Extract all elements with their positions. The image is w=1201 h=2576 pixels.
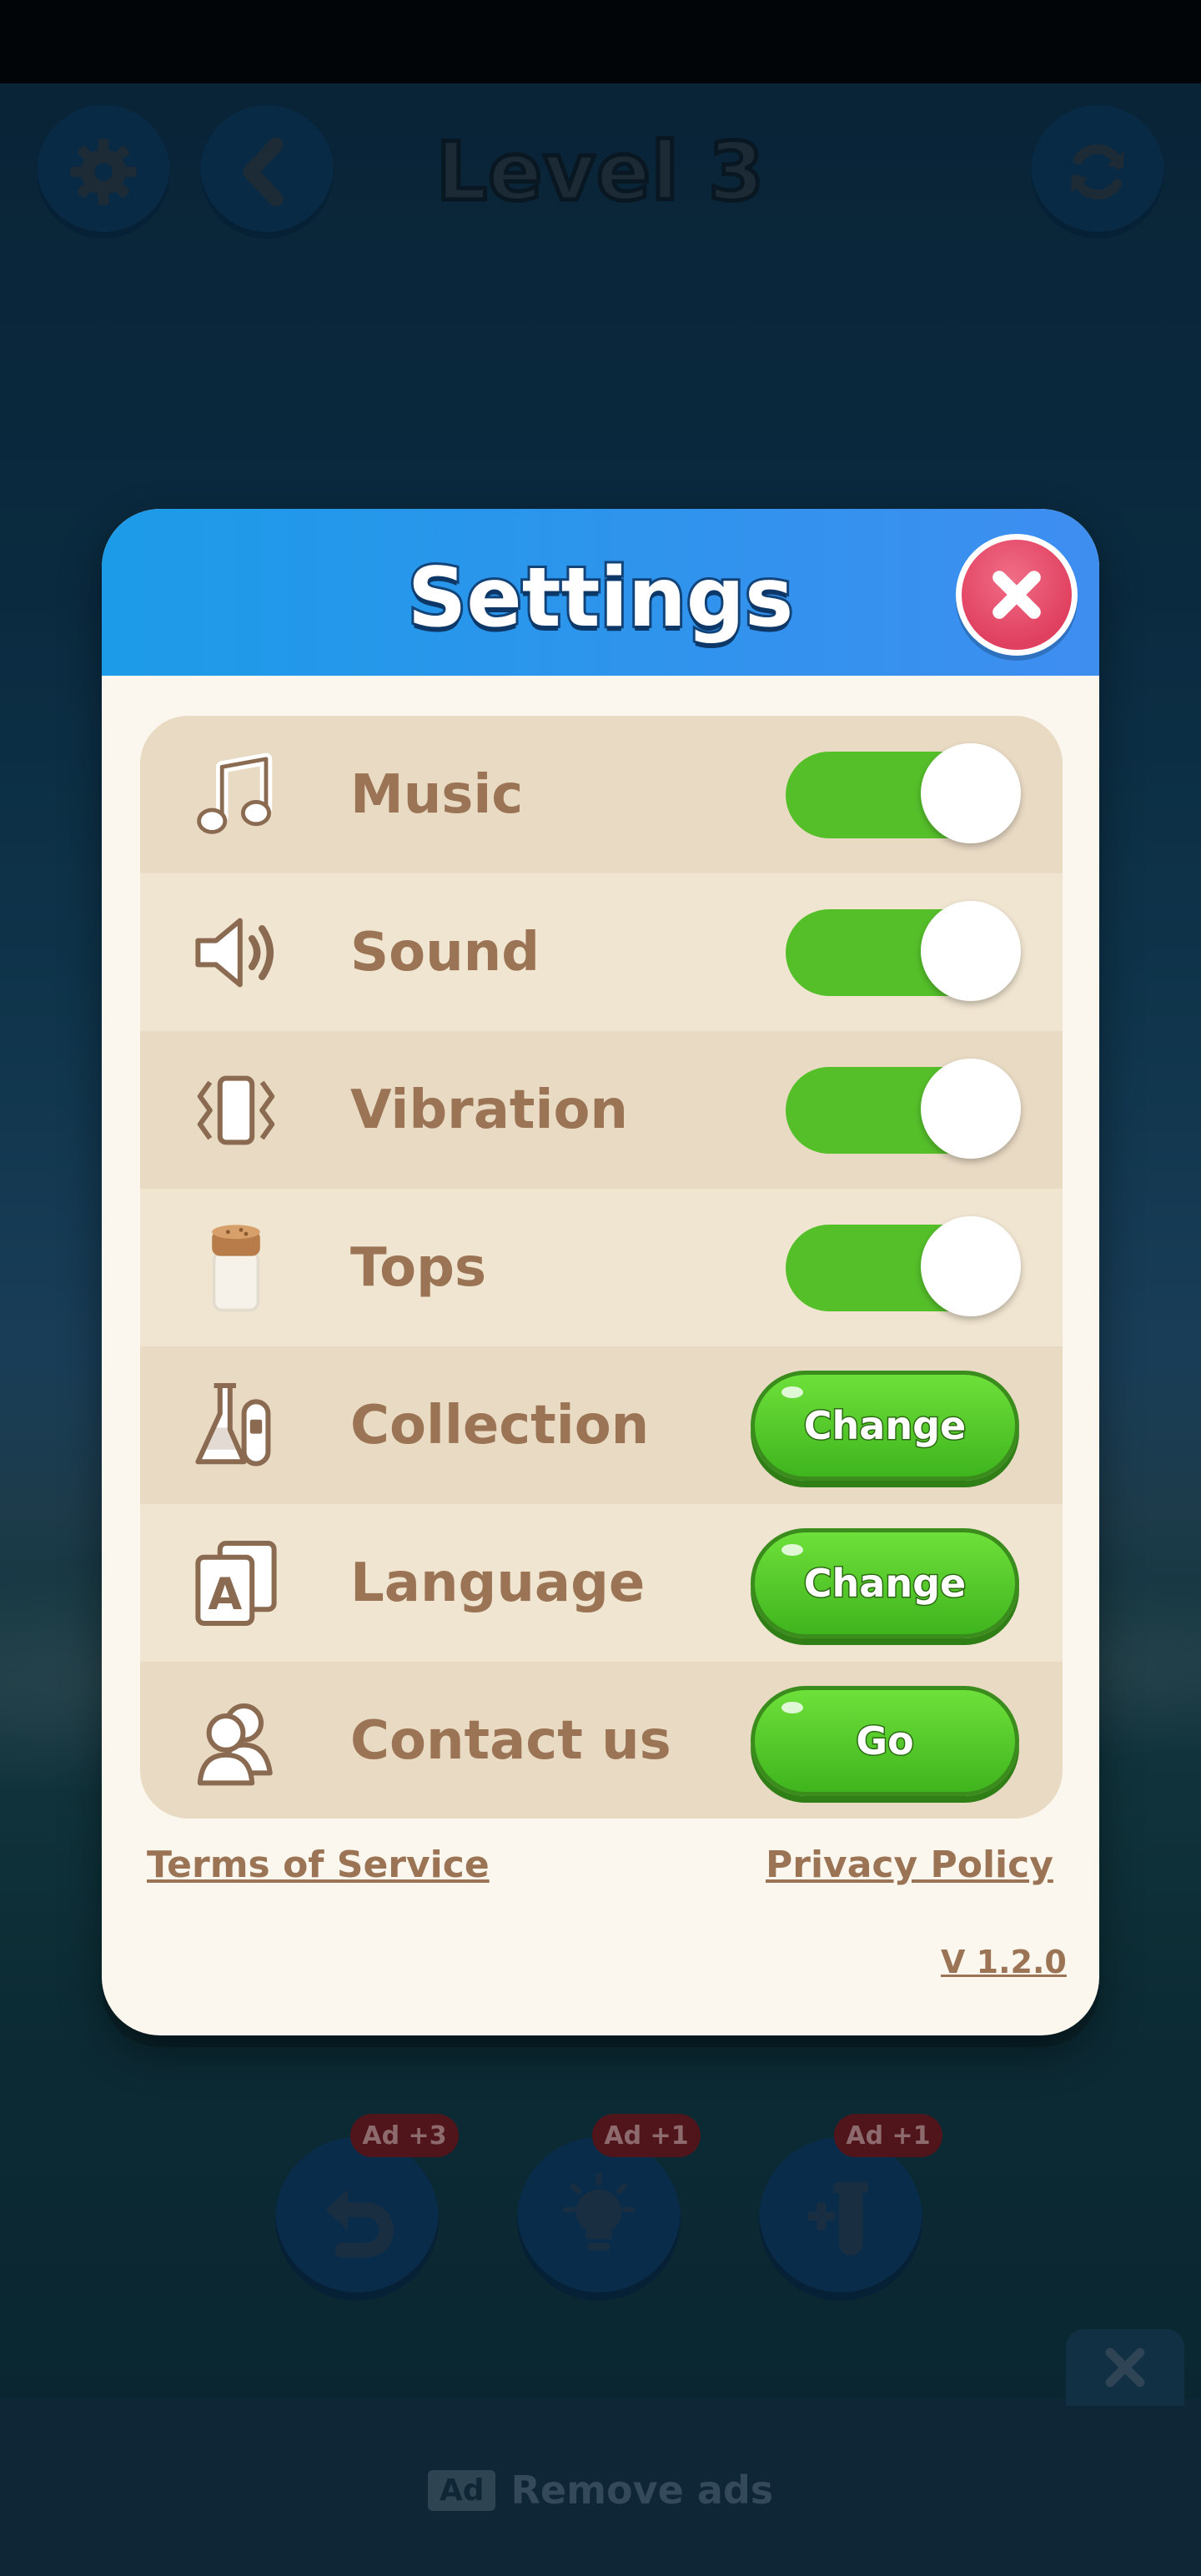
settings-row-sound: Sound — [140, 873, 1063, 1031]
close-ad-banner-button[interactable] — [1066, 2329, 1184, 2406]
terms-of-service-link[interactable]: Terms of Service — [147, 1844, 490, 1886]
remove-ads-button[interactable]: Ad Remove ads — [0, 2461, 1201, 2519]
contact-us-label: Contact us — [350, 1709, 671, 1772]
settings-row-music: Music — [140, 716, 1063, 873]
remove-ads-label: Remove ads — [510, 2468, 774, 2513]
tops-toggle[interactable] — [786, 1215, 1021, 1316]
svg-text:A: A — [208, 1569, 242, 1620]
toggle-knob — [921, 900, 1021, 1001]
contact-us-go-button[interactable]: Go — [751, 1685, 1019, 1796]
speaker-icon — [182, 898, 290, 1007]
settings-list: Music Sound Vibration Tops Collection Ch… — [140, 716, 1063, 1819]
toggle-knob — [921, 742, 1021, 843]
toggle-knob — [921, 1215, 1021, 1316]
settings-row-vibration: Vibration — [140, 1031, 1063, 1189]
music-toggle[interactable] — [786, 742, 1021, 843]
language-icon: A — [182, 1529, 290, 1638]
settings-title: Settings — [405, 548, 796, 648]
vibration-toggle[interactable] — [786, 1058, 1021, 1159]
sound-label: Sound — [350, 921, 540, 984]
toggle-knob — [921, 1058, 1021, 1159]
contacts-icon — [182, 1687, 290, 1795]
close-settings-button[interactable] — [956, 534, 1078, 656]
music-note-icon — [182, 741, 290, 849]
ad-tag: Ad — [427, 2469, 496, 2511]
settings-row-collection: Collection Change — [140, 1346, 1063, 1504]
close-icon — [1105, 2347, 1145, 2387]
close-icon — [992, 571, 1041, 619]
cork-jar-icon — [182, 1214, 290, 1322]
tops-label: Tops — [350, 1236, 487, 1299]
vibration-label: Vibration — [350, 1079, 628, 1141]
settings-row-tops: Tops — [140, 1189, 1063, 1346]
version-label: V 1.2.0 — [941, 1944, 1067, 1980]
vibration-icon — [182, 1056, 290, 1165]
language-label: Language — [350, 1552, 646, 1614]
collection-change-button[interactable]: Change — [751, 1370, 1019, 1481]
settings-row-contact-us: Contact us Go — [140, 1662, 1063, 1819]
collection-label: Collection — [350, 1394, 650, 1457]
sound-toggle[interactable] — [786, 900, 1021, 1001]
flask-icon — [182, 1371, 290, 1480]
language-change-button[interactable]: Change — [751, 1527, 1019, 1638]
privacy-policy-link[interactable]: Privacy Policy — [766, 1844, 1053, 1886]
settings-row-language: A Language Change — [140, 1504, 1063, 1662]
music-label: Music — [350, 763, 524, 826]
